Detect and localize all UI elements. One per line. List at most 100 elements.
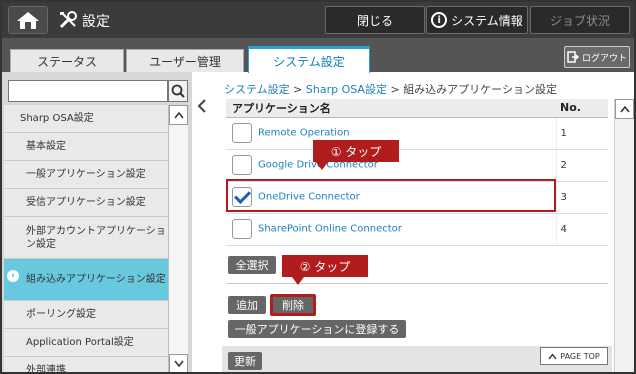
register-label: 一般アプリケーションに登録する: [234, 323, 400, 336]
app-number: 1: [555, 117, 608, 150]
search-button[interactable]: [168, 80, 188, 102]
app-name-link[interactable]: SharePoint Online Connector: [258, 224, 402, 235]
callout-pointer: [316, 162, 328, 170]
sidebar-item-polling[interactable]: ポーリング設定: [4, 301, 168, 329]
add-label: 追加: [236, 299, 258, 312]
breadcrumb-sharp-osa[interactable]: Sharp OSA設定: [306, 83, 387, 96]
breadcrumb-separator: >: [390, 83, 400, 96]
sidebar-item-label: Sharp OSA設定: [20, 113, 94, 124]
step2-label: ② タップ: [299, 259, 351, 274]
system-info-button[interactable]: i システム情報: [426, 6, 528, 34]
chevron-right-icon: ›: [7, 270, 19, 282]
page-top-button[interactable]: PAGE TOP: [540, 347, 608, 365]
sidebar-scrollbar[interactable]: [168, 105, 188, 372]
logout-button[interactable]: ログアウト: [564, 46, 630, 68]
caret-up-icon: [548, 352, 557, 359]
row-checkbox[interactable]: [232, 123, 252, 143]
tab-status[interactable]: ステータス: [10, 49, 124, 72]
collapse-sidebar-button[interactable]: [194, 94, 210, 118]
scroll-up-arrow[interactable]: [615, 99, 634, 119]
tab-bar: ステータス ユーザー管理 システム設定 ログアウト: [2, 38, 634, 73]
sidebar-item-receive-apps[interactable]: 受信アプリケーション設定: [4, 189, 168, 217]
search-icon: [171, 84, 185, 98]
sidebar-item-label: ポーリング設定: [26, 309, 96, 320]
sidebar-item-label: 組み込みアプリケーション設定: [26, 274, 166, 285]
tab-status-label: ステータス: [36, 54, 97, 69]
sidebar-item-sharp-osa[interactable]: Sharp OSA設定: [4, 105, 168, 133]
sidebar-list: Sharp OSA設定 基本設定 一般アプリケーション設定 受信アプリケーション…: [4, 105, 168, 374]
sidebar-item-external-link[interactable]: 外部連携: [4, 357, 168, 374]
breadcrumb-separator: >: [293, 83, 303, 96]
divider: [226, 283, 608, 284]
home-button[interactable]: [8, 6, 48, 34]
chevron-up-icon: [619, 105, 630, 113]
breadcrumb-current: 組み込みアプリケーション設定: [403, 83, 557, 96]
job-status-label: ジョブ状況: [549, 13, 610, 28]
app-number: 2: [555, 149, 608, 182]
page-top-label: PAGE TOP: [560, 351, 600, 361]
register-general-app-button[interactable]: 一般アプリケーションに登録する: [228, 320, 406, 338]
app-name-link[interactable]: Remote Operation: [258, 128, 350, 139]
refresh-button[interactable]: 更新: [228, 352, 262, 370]
chevron-left-icon: [197, 99, 206, 113]
sidebar-search-input[interactable]: [8, 80, 168, 102]
screen-frame: 設定 閉じる i システム情報 ジョブ状況 ステータス ユーザー管理 システム設…: [0, 0, 636, 374]
sidebar-item-embedded-apps[interactable]: › 組み込みアプリケーション設定: [4, 259, 168, 301]
row-checkbox[interactable]: [232, 155, 252, 175]
highlight-box: [226, 179, 556, 212]
info-icon: i: [431, 12, 448, 28]
breadcrumb-system-settings[interactable]: システム設定: [224, 83, 290, 96]
delete-label: 削除: [282, 299, 304, 312]
system-info-label: システム情報: [451, 13, 523, 28]
logout-label: ログアウト: [581, 53, 627, 64]
tab-user-management[interactable]: ユーザー管理: [126, 49, 244, 72]
step2-callout: ② タップ: [282, 255, 368, 277]
app-number: 4: [555, 213, 608, 246]
refresh-label: 更新: [234, 355, 256, 368]
table-header-row: アプリケーション名 No.: [226, 99, 608, 118]
select-all-label: 全選択: [235, 259, 269, 272]
breadcrumb: システム設定 > Sharp OSA設定 > 組み込みアプリケーション設定: [224, 81, 557, 97]
main-scrollbar[interactable]: [614, 99, 634, 372]
job-status-button[interactable]: ジョブ状況: [530, 6, 630, 34]
sidebar-item-label: 外部アカウントアプリケーション設定: [26, 225, 166, 250]
chevron-down-icon: [173, 360, 184, 368]
scroll-up-arrow[interactable]: [169, 105, 188, 125]
top-bar: 設定 閉じる i システム情報 ジョブ状況: [2, 2, 634, 38]
close-label: 閉じる: [356, 13, 393, 28]
logout-icon: [567, 51, 579, 63]
table-row[interactable]: SharePoint Online Connector 4: [226, 213, 608, 246]
sidebar-item-label: Application Portal設定: [26, 337, 134, 348]
tab-users-label: ユーザー管理: [149, 54, 221, 69]
select-all-button[interactable]: 全選択: [228, 256, 276, 274]
sidebar-item-app-portal[interactable]: Application Portal設定: [4, 329, 168, 357]
sidebar: Sharp OSA設定 基本設定 一般アプリケーション設定 受信アプリケーション…: [2, 72, 192, 374]
table-row[interactable]: Remote Operation 1: [226, 117, 608, 150]
sidebar-item-external-account-apps[interactable]: 外部アカウントアプリケーション設定: [4, 217, 168, 259]
table-row[interactable]: Google Drive Connector 2: [226, 149, 608, 182]
scroll-down-arrow[interactable]: [169, 354, 188, 372]
tools-icon: [59, 11, 77, 29]
column-header-no: No.: [556, 99, 608, 118]
app-number: 3: [555, 181, 608, 214]
callout-pointer: [292, 277, 304, 285]
sidebar-item-label: 基本設定: [26, 141, 66, 152]
delete-button[interactable]: 削除: [270, 294, 316, 316]
column-header-name: アプリケーション名: [226, 99, 556, 118]
tab-system-settings[interactable]: システム設定: [248, 46, 370, 73]
row-checkbox[interactable]: [232, 219, 252, 239]
sidebar-item-label: 一般アプリケーション設定: [26, 169, 146, 180]
add-button[interactable]: 追加: [228, 296, 266, 314]
tab-system-label: システム設定: [273, 54, 345, 69]
step1-callout: ① タップ: [313, 140, 399, 162]
step1-label: ① タップ: [330, 144, 382, 159]
sidebar-item-basic[interactable]: 基本設定: [4, 133, 168, 161]
sidebar-item-label: 外部連携: [26, 365, 66, 374]
chevron-up-icon: [173, 111, 184, 119]
sidebar-item-general-apps[interactable]: 一般アプリケーション設定: [4, 161, 168, 189]
home-icon: [17, 12, 39, 29]
sidebar-item-label: 受信アプリケーション設定: [26, 197, 146, 208]
application-table: アプリケーション名 No. Remote Operation 1 Google …: [226, 99, 608, 246]
app-title: 設定: [82, 14, 110, 30]
close-button[interactable]: 閉じる: [325, 6, 425, 34]
